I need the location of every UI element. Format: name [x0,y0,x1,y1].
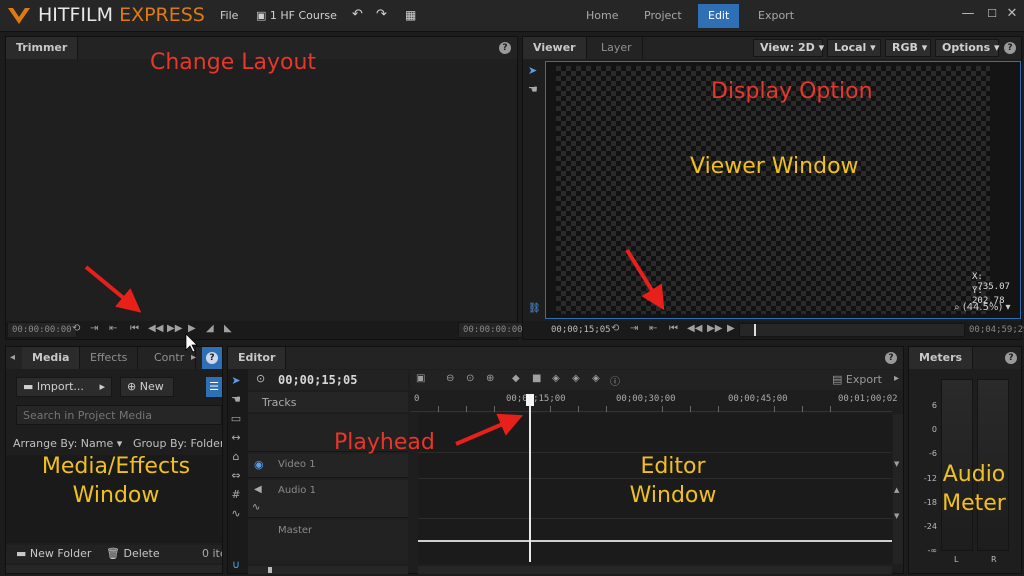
arrow-to-trimmer-controls [84,265,142,313]
arrow-to-viewer-controls [625,248,665,311]
arrow-to-playhead [455,413,524,446]
mouse-cursor-icon [185,333,198,353]
annotation-arrows [84,248,665,446]
